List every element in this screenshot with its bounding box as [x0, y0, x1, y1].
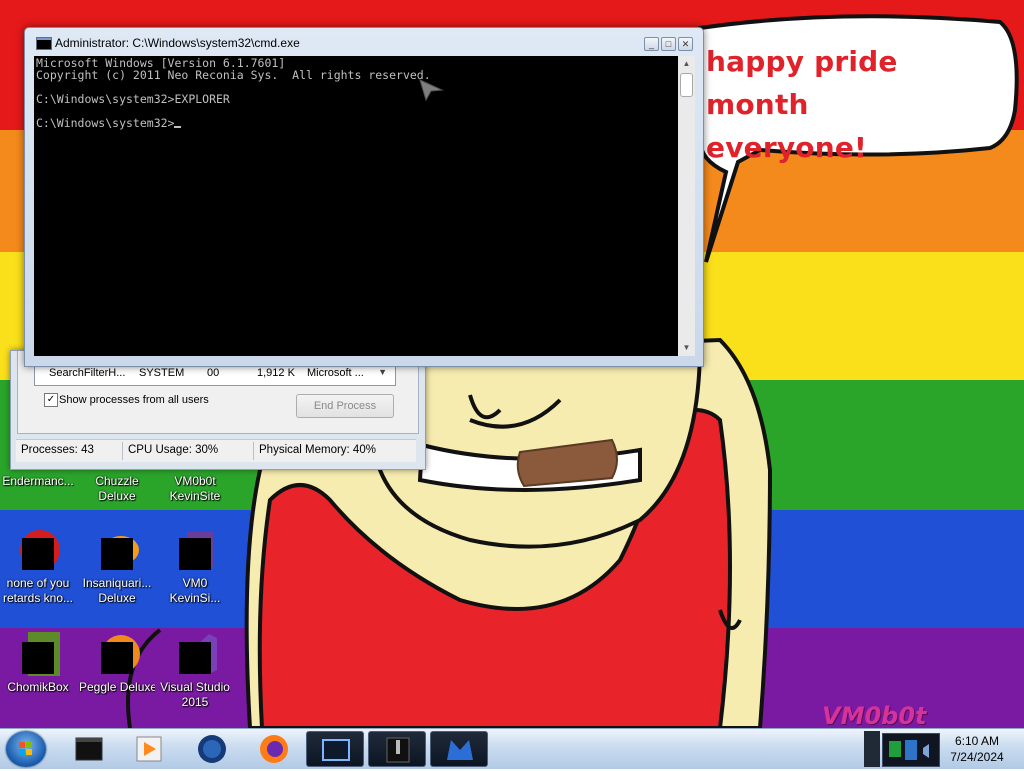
windows-logo-icon [19, 742, 32, 755]
taskbar: 6:10 AM 7/24/2024 [0, 728, 1024, 769]
window-icon [322, 739, 350, 761]
process-description: Microsoft ... [307, 367, 364, 379]
cmd-window[interactable]: Administrator: C:\Windows\system32\cmd.e… [24, 27, 704, 367]
process-cpu: 00 [207, 367, 220, 379]
desktop-icon-none-of-you[interactable]: none of you retards kno... [0, 528, 76, 606]
media-player-icon [136, 736, 162, 762]
process-user: SYSTEM [139, 367, 185, 379]
maximize-button[interactable]: □ [661, 37, 676, 51]
hamster-icon [14, 632, 62, 676]
desktop-icon-visual-studio[interactable]: Visual Studio 2015 [157, 632, 233, 710]
cmd-icon [75, 737, 103, 761]
tray-expand-button[interactable] [864, 731, 880, 767]
process-memory: 1,912 K [257, 367, 295, 379]
cmd-taskbar-button[interactable] [60, 731, 118, 767]
start-button[interactable] [6, 731, 46, 767]
status-processes: Processes: 43 [21, 444, 94, 456]
desktop-icon-insaniquarium[interactable]: Insaniquari... Deluxe [79, 528, 155, 606]
window-taskbar-button[interactable] [306, 731, 364, 767]
firefox-icon [260, 735, 288, 763]
desktop-icon-vm0-kevinsite[interactable]: VM0 KevinSi... [157, 528, 233, 606]
scroll-down-arrow-icon[interactable]: ▼ [678, 340, 695, 356]
speech-bubble-line1: happy pride month [706, 45, 898, 121]
desktop-icon-endermanch[interactable]: Endermanc... [0, 474, 76, 489]
desktop-icon-label: Chuzzle Deluxe [95, 474, 139, 503]
chevron-down-icon[interactable]: ▼ [378, 367, 387, 377]
desktop-icon-chuzzle[interactable]: Chuzzle Deluxe [79, 474, 155, 504]
dark-app-icon [386, 737, 410, 763]
task-manager-status-bar: Processes: 43 CPU Usage: 30% Physical Me… [16, 439, 416, 462]
console-icon [36, 37, 52, 50]
media-player-taskbar-button[interactable] [120, 731, 178, 767]
malwarebytes-icon [447, 740, 473, 760]
globe-icon [198, 735, 226, 763]
document-icon [171, 528, 219, 572]
fish-icon [93, 528, 141, 572]
malwarebytes-taskbar-button[interactable] [430, 731, 488, 767]
desktop-icon-label: VM0 KevinSi... [169, 576, 221, 605]
red-app-icon [14, 528, 62, 572]
console-line: C:\Windows\system32>EXPLORER [36, 92, 230, 106]
show-all-processes-label[interactable]: Show processes from all users [59, 394, 209, 406]
desktop-icon-label: Visual Studio 2015 [160, 680, 230, 709]
mouse-pointer-icon [419, 79, 444, 102]
desktop-icon-label: none of you retards kno... [2, 576, 74, 605]
status-memory: Physical Memory: 40% [259, 444, 376, 456]
console-line: Copyright (c) 2011 Neo Reconia Sys. All … [36, 68, 431, 82]
speech-bubble-line2: everyone! [706, 131, 868, 164]
show-all-processes-checkbox[interactable]: ✓ [44, 393, 58, 407]
scroll-thumb[interactable] [680, 73, 693, 97]
console-output[interactable]: Microsoft Windows [Version 6.1.7601] Cop… [34, 56, 678, 356]
cmd-window-title: Administrator: C:\Windows\system32\cmd.e… [55, 36, 300, 50]
desktop-icon-label: Endermanc... [2, 474, 74, 488]
status-cpu: CPU Usage: 30% [128, 444, 219, 456]
system-clock[interactable]: 6:10 AM 7/24/2024 [944, 733, 1010, 765]
end-process-button[interactable]: End Process [296, 394, 394, 418]
console-prompt: C:\Windows\system32> [36, 116, 182, 130]
clock-time: 6:10 AM [954, 734, 1000, 748]
desktop-icon-label: Peggle Deluxe [79, 680, 155, 694]
desktop-icon-chomikbox[interactable]: ChomikBox [0, 632, 76, 695]
scroll-up-arrow-icon[interactable]: ▲ [678, 56, 695, 72]
desktop-icon-vm0b0t-kevinsite[interactable]: VM0b0t KevinSite [157, 474, 233, 504]
dark-app-taskbar-button[interactable] [368, 731, 426, 767]
text-cursor [174, 126, 182, 128]
minimize-button[interactable]: _ [644, 37, 659, 51]
console-prompt-text: C:\Windows\system32> [36, 116, 175, 130]
vertical-scrollbar[interactable]: ▲ ▼ [678, 56, 695, 356]
clock-date: 7/24/2024 [950, 750, 1004, 764]
tray-icons-group [889, 740, 929, 760]
desktop-icon-peggle[interactable]: Peggle Deluxe [79, 632, 155, 695]
firefox-taskbar-button[interactable] [244, 731, 302, 767]
desktop-icon-label: Insaniquari... Deluxe [82, 576, 152, 605]
globe-taskbar-button[interactable] [182, 731, 240, 767]
visual-studio-icon [171, 632, 219, 676]
desktop-icon-label: VM0b0t KevinSite [169, 474, 221, 503]
wallpaper-watermark: VM0b0t [822, 702, 927, 728]
desktop-icon-label: ChomikBox [7, 680, 69, 694]
system-tray [882, 733, 940, 767]
peggle-ball-icon [93, 632, 141, 676]
process-name: SearchFilterH... [49, 367, 126, 379]
speech-bubble-text: happy pride month everyone! [706, 40, 1006, 169]
close-button[interactable]: ✕ [678, 37, 693, 51]
